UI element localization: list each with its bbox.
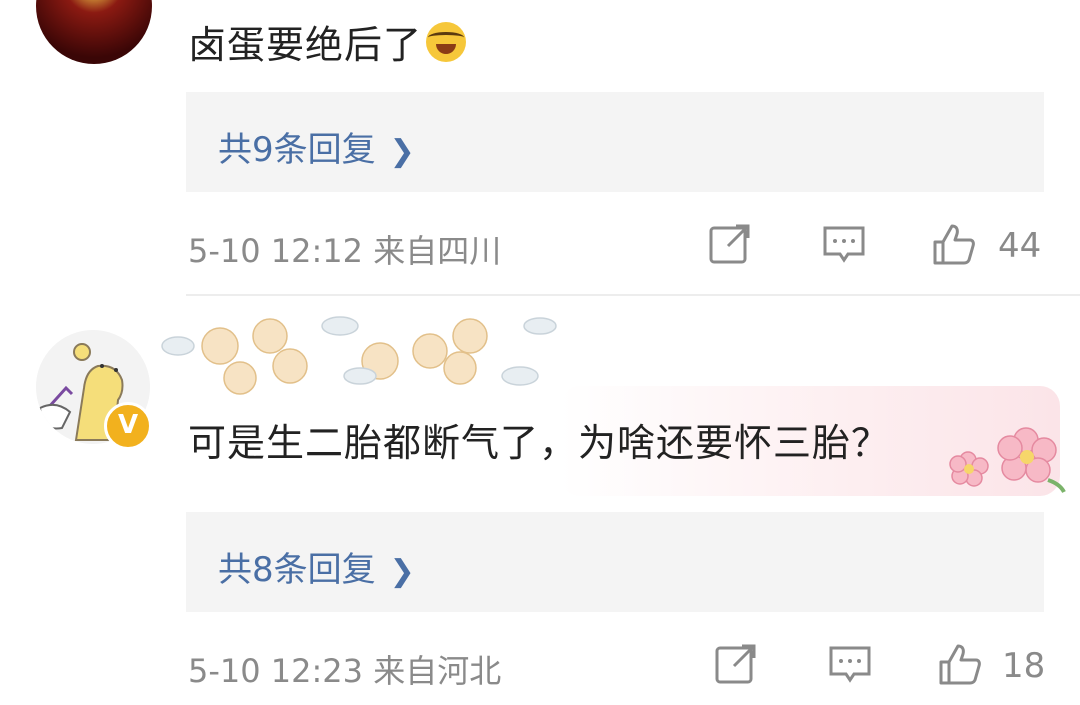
verified-badge: V xyxy=(104,402,152,450)
share-icon[interactable] xyxy=(714,642,758,686)
like-icon[interactable] xyxy=(938,642,982,686)
replies-box[interactable]: 共8条回复 ❯ xyxy=(186,512,1044,612)
comment-text: 可是生二胎都断气了，为啥还要怀三胎？ xyxy=(188,421,891,465)
comment-icon[interactable] xyxy=(822,222,866,266)
timestamp-location: 5-10 12:12 来自四川 xyxy=(188,226,501,272)
share-icon[interactable] xyxy=(708,222,752,266)
replies-box[interactable]: 共9条回复 ❯ xyxy=(186,92,1044,192)
comment-meta: 5-10 12:12 来自四川 44 xyxy=(0,216,1080,276)
crying-laughing-emoji-icon xyxy=(426,22,467,62)
comment-item: 卤蛋要绝后了 共9条回复 ❯ 5-10 12:12 来自四川 44 xyxy=(0,0,1080,295)
comment-body: 卤蛋要绝后了 xyxy=(188,23,423,67)
like-count: 18 xyxy=(1002,646,1046,686)
comment-meta: 5-10 12:23 来自河北 18 xyxy=(0,636,1080,696)
timestamp-location: 5-10 12:23 来自河北 xyxy=(188,646,501,692)
comment-item: V 可是生二胎都断气了，为啥还要怀三胎？ 共8条回复 ❯ 5-10 12:23 来… xyxy=(0,296,1080,705)
avatar[interactable] xyxy=(36,0,152,64)
timestamp: 5-10 12:12 xyxy=(188,232,364,270)
comment-icon[interactable] xyxy=(828,642,872,686)
location: 来自四川 xyxy=(373,232,502,270)
timestamp: 5-10 12:23 xyxy=(188,652,364,690)
chevron-right-icon: ❯ xyxy=(389,554,415,589)
like-count: 44 xyxy=(998,226,1042,266)
replies-label: 共9条回复 xyxy=(218,130,376,170)
comment-text: 卤蛋要绝后了 xyxy=(188,14,467,69)
location: 来自河北 xyxy=(373,652,502,690)
chevron-right-icon: ❯ xyxy=(389,134,415,169)
like-icon[interactable] xyxy=(932,222,976,266)
decorative-emoji-sticker xyxy=(161,316,557,395)
replies-label: 共8条回复 xyxy=(218,550,376,590)
flower-decoration-icon xyxy=(949,427,1066,493)
view-replies-link[interactable]: 共9条回复 ❯ xyxy=(218,122,415,171)
view-replies-link[interactable]: 共8条回复 ❯ xyxy=(218,542,415,591)
